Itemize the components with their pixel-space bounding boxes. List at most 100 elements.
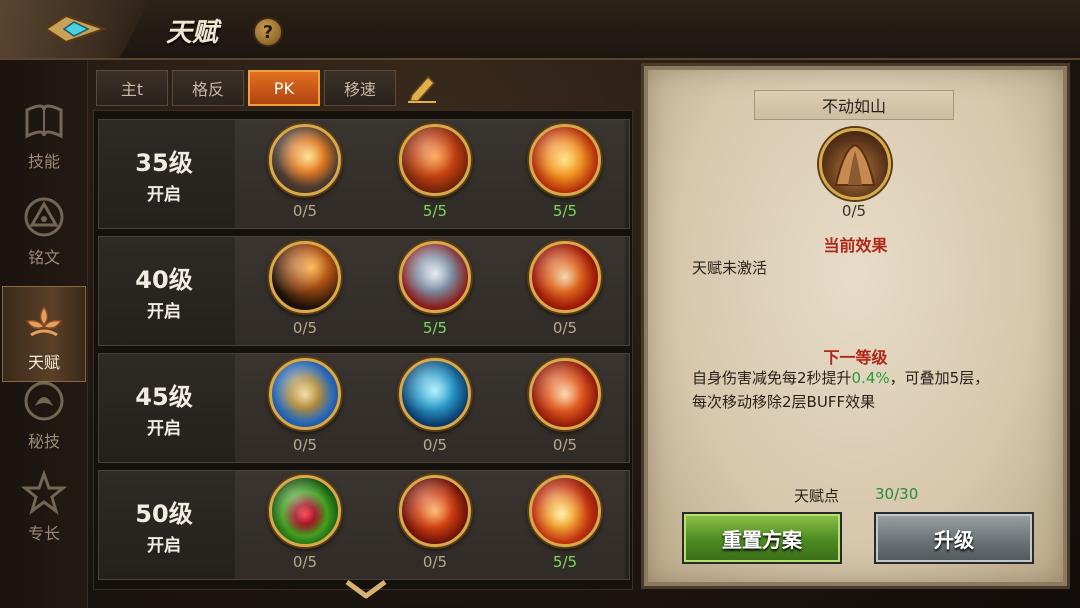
shadow-fist-talent-icon <box>269 241 341 313</box>
next-text-post: ，可叠加5层， <box>889 369 990 387</box>
talent-slot[interactable]: 5/5 <box>395 241 475 345</box>
edit-preset-button[interactable] <box>404 70 440 106</box>
back-arrow-icon <box>44 14 106 44</box>
talent-progress: 0/5 <box>292 319 318 337</box>
nav-item-secret[interactable]: 秘技 <box>2 366 86 462</box>
tab-parry[interactable]: 格反 <box>172 70 244 106</box>
reset-plan-button[interactable]: 重置方案 <box>682 512 842 564</box>
tier-row: 40级 开启 0/5 5/5 0/5 <box>98 236 630 346</box>
talent-progress: 0/5 <box>552 319 578 337</box>
tier-label: 45级 开启 <box>99 354 229 462</box>
tier-open: 开启 <box>147 302 181 322</box>
tier-row: 35级 开启 0/5 5/5 5/5 <box>98 119 630 229</box>
selected-talent-progress: 0/5 <box>841 202 867 220</box>
talent-slot[interactable]: 0/5 <box>265 124 345 228</box>
poison-heart-talent-icon <box>269 475 341 547</box>
tier-open: 开启 <box>147 185 181 205</box>
talent-list[interactable]: 35级 开启 0/5 5/5 5/5 40级 开启 0/5 5/5 0/5 45… <box>93 110 633 590</box>
tier-label: 40级 开启 <box>99 237 229 345</box>
nav-item-skills[interactable]: 技能 <box>2 86 86 182</box>
upgrade-button[interactable]: 升级 <box>874 512 1034 564</box>
tab-tank[interactable]: 主t <box>96 70 168 106</box>
tier-slots: 0/5 5/5 5/5 <box>235 120 625 228</box>
tier-level: 45级 <box>135 383 193 411</box>
talent-progress: 0/5 <box>422 553 448 571</box>
rune-icon <box>24 197 64 237</box>
gold-shield-talent-icon <box>269 358 341 430</box>
side-nav: 技能 铭文 天赋 秘技 专长 <box>0 60 88 608</box>
talent-detail-panel: 不动如山 0/5 当前效果 天赋未激活 下一等级 自身伤害减免每2秒提升0.4%… <box>641 63 1070 589</box>
talent-progress: 0/5 <box>292 436 318 454</box>
talent-slot[interactable]: 0/5 <box>525 241 605 345</box>
talent-slot[interactable]: 0/5 <box>395 358 475 462</box>
talent-slot[interactable]: 0/5 <box>265 475 345 579</box>
tier-label: 35级 开启 <box>99 120 229 228</box>
next-level-text: 自身伤害减免每2秒提升0.4%，可叠加5层， 每次移动移除2层BUFF效果 <box>692 366 989 414</box>
nav-label-secret: 秘技 <box>27 432 60 451</box>
tier-level: 50级 <box>135 500 193 528</box>
scroll-down-chevron-icon[interactable] <box>343 578 389 602</box>
talent-progress: 5/5 <box>552 553 578 571</box>
talent-slot[interactable]: 5/5 <box>525 124 605 228</box>
tier-slots: 0/5 0/5 5/5 <box>235 471 625 579</box>
nav-item-specialty[interactable]: 专长 <box>2 458 86 554</box>
help-button[interactable]: ? <box>253 17 283 47</box>
mountain-talent-icon <box>819 128 891 200</box>
specialty-icon <box>20 469 68 515</box>
talent-progress: 0/5 <box>552 436 578 454</box>
nav-label-skills: 技能 <box>27 152 60 171</box>
talent-slot[interactable]: 0/5 <box>395 475 475 579</box>
tier-row: 45级 开启 0/5 0/5 0/5 <box>98 353 630 463</box>
tier-level: 40级 <box>135 266 193 294</box>
tab-pk[interactable]: PK <box>248 70 320 106</box>
armor-shard-talent-icon <box>399 241 471 313</box>
tier-slots: 0/5 0/5 0/5 <box>235 354 625 462</box>
preset-tabs: 主t 格反 PK 移速 <box>96 70 440 106</box>
current-effect-text: 天赋未激活 <box>692 259 768 277</box>
fire-strike-talent-icon <box>529 475 601 547</box>
talent-name: 不动如山 <box>754 90 954 120</box>
book-icon <box>25 104 63 139</box>
next-text-highlight: 0.4% <box>851 369 890 387</box>
next-level-line2: 每次移动移除2层BUFF效果 <box>692 393 876 411</box>
mountain-shape <box>834 143 876 186</box>
talent-points: 天赋点 30/30 <box>794 485 918 506</box>
nav-label-runes: 铭文 <box>27 248 60 267</box>
frost-warrior-talent-icon <box>399 358 471 430</box>
tab-speed[interactable]: 移速 <box>324 70 396 106</box>
talent-slot[interactable]: 5/5 <box>525 475 605 579</box>
talent-progress: 5/5 <box>552 202 578 220</box>
current-effect-title: 当前效果 <box>823 236 888 255</box>
tier-open: 开启 <box>147 536 181 556</box>
tier-row: 50级 开启 0/5 0/5 5/5 <box>98 470 630 580</box>
heart-hands-talent-icon <box>399 124 471 196</box>
pencil-icon <box>408 75 436 103</box>
page-title: 天赋 <box>166 18 219 48</box>
top-bar: 天赋 ? <box>0 0 1080 60</box>
tier-open: 开启 <box>147 419 181 439</box>
talent-slot[interactable]: 5/5 <box>395 124 475 228</box>
talent-slot[interactable]: 0/5 <box>265 241 345 345</box>
next-level-line1: 自身伤害减免每2秒提升0.4%，可叠加5层， <box>692 366 989 390</box>
tier-label: 50级 开启 <box>99 471 229 579</box>
flame-spear-talent-icon <box>529 241 601 313</box>
talent-progress: 0/5 <box>422 436 448 454</box>
talent-points-label: 天赋点 <box>794 487 840 505</box>
nav-item-runes[interactable]: 铭文 <box>2 182 86 278</box>
tier-level: 35级 <box>135 149 193 177</box>
secret-skill-icon <box>24 381 64 421</box>
talent-progress: 5/5 <box>422 319 448 337</box>
talent-flower-icon <box>25 305 63 337</box>
talent-slot[interactable]: 0/5 <box>525 358 605 462</box>
talent-progress: 0/5 <box>292 202 318 220</box>
back-button[interactable] <box>0 0 150 58</box>
fire-demon-talent-icon <box>399 475 471 547</box>
explosion-talent-icon <box>269 124 341 196</box>
next-text-pre: 自身伤害减免每2秒提升 <box>692 369 852 387</box>
talent-slot[interactable]: 0/5 <box>265 358 345 462</box>
tier-slots: 0/5 5/5 0/5 <box>235 237 625 345</box>
nav-label-specialty: 专长 <box>27 524 60 543</box>
talent-points-value: 30/30 <box>875 485 919 503</box>
talent-progress: 5/5 <box>422 202 448 220</box>
blade-slash-talent-icon <box>529 358 601 430</box>
